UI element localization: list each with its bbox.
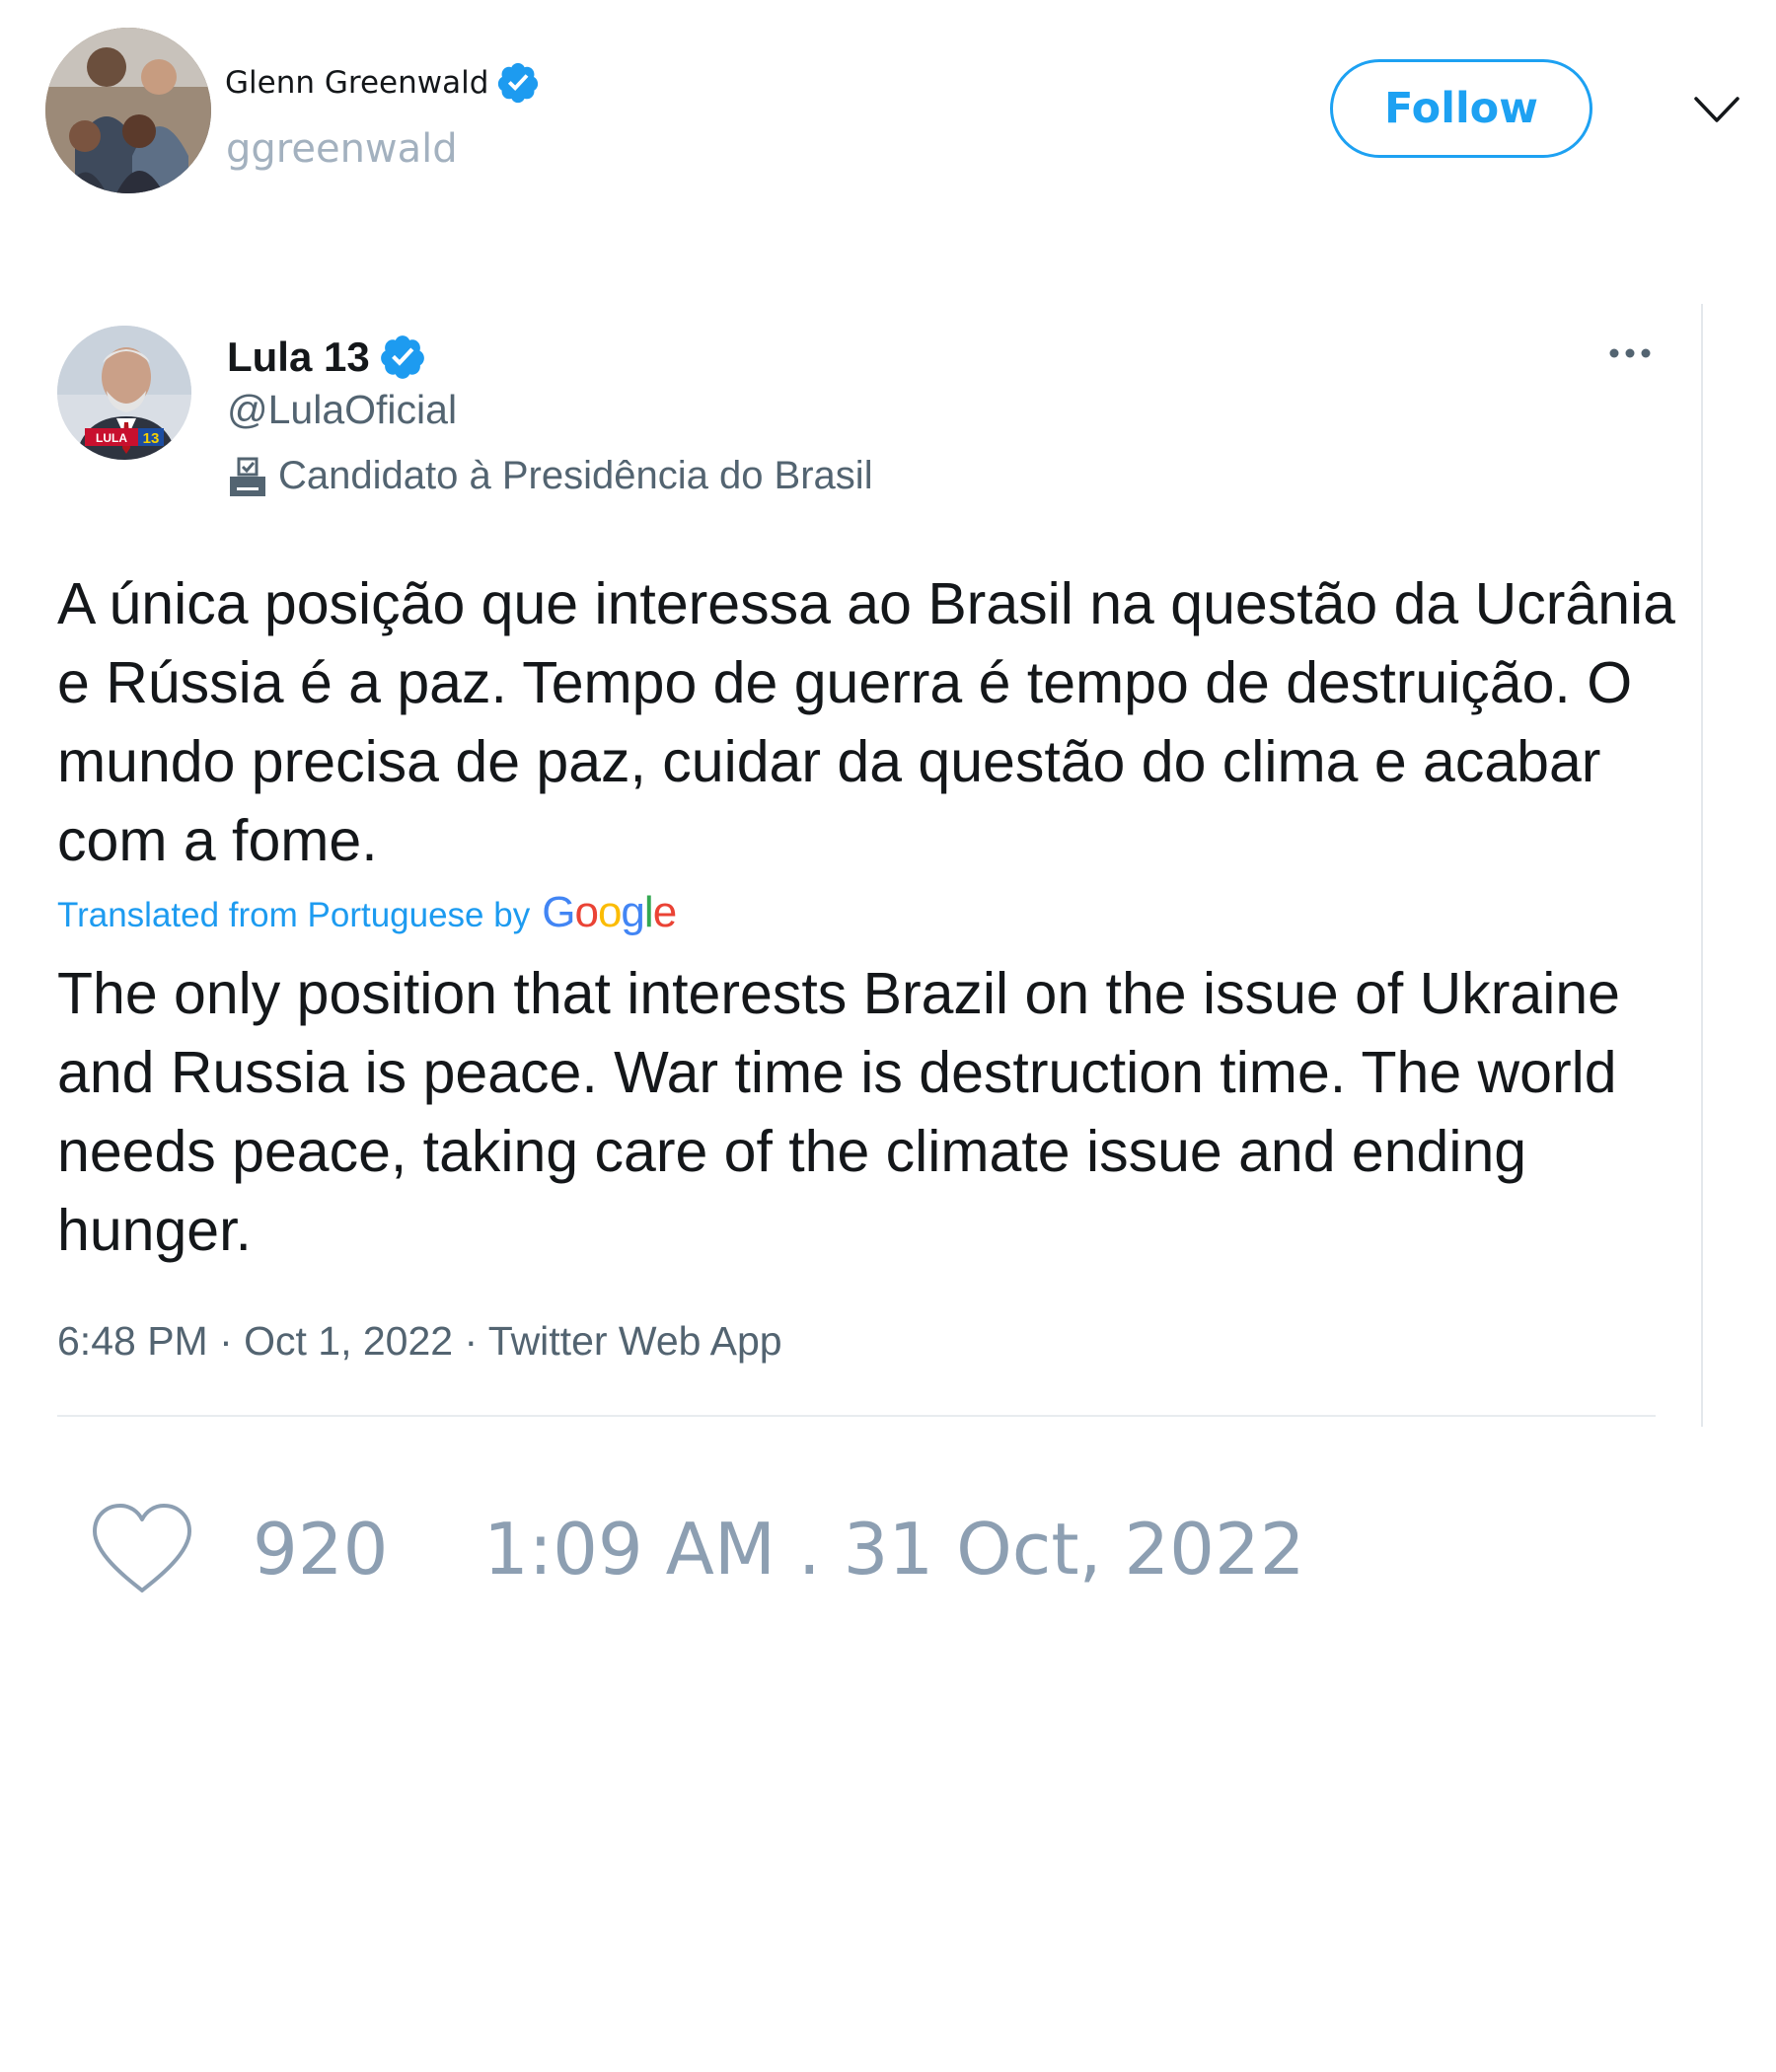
heart-icon[interactable] [89, 1502, 195, 1596]
quoted-author-handle: @LulaOficial [227, 387, 458, 432]
chevron-down-icon[interactable] [1693, 89, 1740, 130]
verified-badge-icon [498, 62, 539, 104]
divider [57, 1415, 1656, 1417]
author-handle[interactable]: ggreenwald [226, 126, 458, 172]
quoted-author-avatar: LULA 13 [57, 326, 191, 460]
svg-text:13: 13 [143, 430, 160, 447]
card-border [1701, 304, 1703, 1427]
more-options-icon [1609, 348, 1651, 358]
author-name-row[interactable]: Glenn Greenwald [225, 61, 541, 105]
translation-label: Translated from Portuguese by [57, 896, 531, 934]
quoted-author-name: Lula 13 [227, 333, 370, 380]
avatar-logo-text: LULA [96, 431, 127, 445]
quoted-author-label-row: Candidato à Presidência do Brasil [227, 454, 873, 498]
tweet-text-translated: The only position that interests Brazil … [57, 961, 1620, 1263]
like-count: 920 [253, 1508, 389, 1591]
quoted-author-name-row: Lula 13 [227, 330, 427, 385]
tweet-meta: 6:48 PM · Oct 1, 2022 · Twitter Web App [57, 1318, 782, 1364]
verified-badge-icon [380, 335, 424, 379]
translation-attribution: Translated from Portuguese by Google [57, 888, 677, 937]
quoted-author-label: Candidato à Presidência do Brasil [278, 454, 873, 497]
follow-button[interactable]: Follow [1330, 59, 1592, 158]
post-timestamp[interactable]: 1:09 AM . 31 Oct, 2022 [483, 1508, 1305, 1591]
tweet-text-original: A única posição que interessa ao Brasil … [57, 571, 1675, 873]
ballot-box-icon [230, 457, 265, 496]
google-logo: Google [542, 888, 677, 936]
author-name[interactable]: Glenn Greenwald [225, 65, 488, 101]
author-avatar[interactable] [45, 28, 211, 193]
